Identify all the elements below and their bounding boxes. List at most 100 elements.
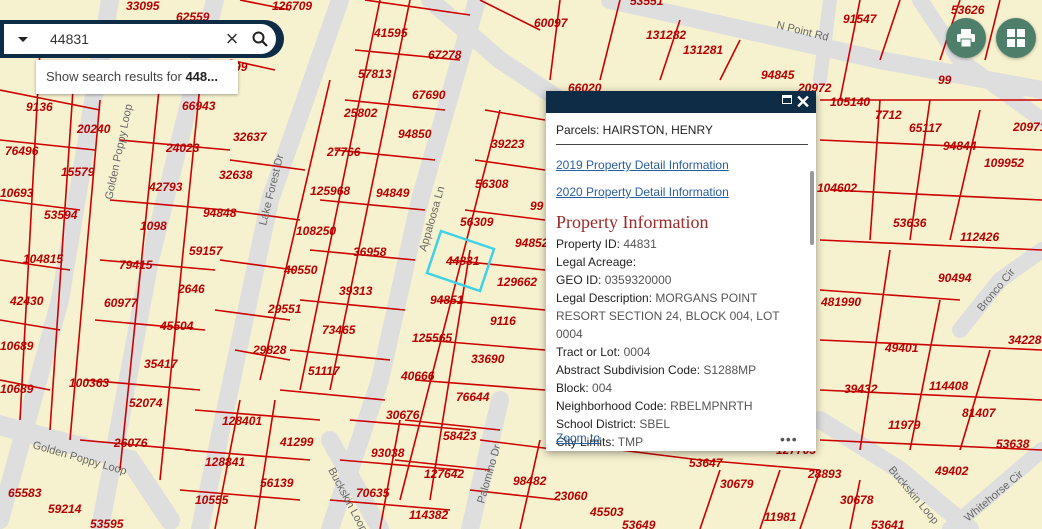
suggestion-prefix: Show search results for: [46, 69, 186, 84]
parcel-label: 104602: [817, 181, 857, 195]
search-source-dropdown[interactable]: [8, 24, 38, 54]
search-input[interactable]: [46, 27, 214, 51]
parcel-label: 2646: [177, 282, 205, 296]
parcel-label: 66943: [182, 99, 216, 113]
parcel-label: 23060: [553, 489, 588, 503]
parcel-label: 53647: [689, 456, 724, 470]
parcel-label: 35417: [144, 357, 179, 371]
parcel-label: 51117: [308, 364, 341, 378]
parcel-label: 60097: [534, 16, 569, 30]
caret-down-icon: [18, 36, 28, 42]
field-geo-id: GEO ID: 0359320000: [556, 271, 808, 289]
clear-search-button[interactable]: ×: [220, 27, 244, 51]
parcel-label: 65583: [8, 486, 42, 500]
parcel-label: 53641: [871, 518, 905, 529]
parcel-label: 10693: [0, 186, 34, 200]
more-actions-icon[interactable]: •••: [780, 431, 798, 447]
parcel-label: 109952: [984, 156, 1024, 170]
field-label: School District:: [556, 417, 637, 431]
field-label: Legal Description:: [556, 291, 653, 305]
parcel-label: 40550: [283, 263, 318, 277]
parcel-label: 100363: [69, 376, 109, 390]
parcel-label: 59157: [189, 244, 224, 258]
field-block: Block: 004: [556, 379, 808, 397]
parcel-label: 53649: [622, 518, 656, 529]
parcel-label: 94844: [943, 139, 977, 153]
link-2019-property-detail[interactable]: 2019 Property Detail Information: [556, 158, 808, 172]
search-button[interactable]: [248, 27, 272, 51]
field-label: Abstract Subdivision Code:: [556, 363, 701, 377]
parcel-label: 104815: [23, 252, 63, 266]
field-legal-description: Legal Description: MORGANS POINT RESORT …: [556, 289, 808, 343]
parcel-label: 94851: [430, 293, 464, 307]
basemap-gallery-button[interactable]: [996, 18, 1036, 58]
parcel-label: 99: [938, 73, 952, 87]
search-box: ×: [4, 24, 276, 54]
parcel-label: 481990: [820, 295, 861, 309]
parcel-label: 53638: [996, 437, 1030, 451]
parcel-label: 125968: [310, 184, 350, 198]
parcel-label: 53626: [951, 3, 985, 17]
field-label: Legal Acreage:: [556, 255, 637, 269]
close-icon: ×: [225, 26, 239, 51]
parcel-label: 57813: [358, 67, 392, 81]
parcel-label: 28893: [807, 467, 842, 481]
parcel-label: 26076: [113, 436, 148, 450]
parcel-label: 10689: [0, 382, 34, 396]
print-button[interactable]: [946, 18, 986, 58]
parcel-label: 20971: [1012, 120, 1042, 134]
parcel-label: 99: [530, 199, 544, 213]
parcel-label: 67278: [428, 48, 462, 62]
maximize-icon[interactable]: [782, 95, 792, 104]
parcel-label: 60977: [104, 296, 139, 310]
popup-title: Parcels: HAIRSTON, HENRY: [556, 123, 808, 145]
popup-header: ✕: [546, 91, 816, 113]
parcel-label: 56308: [475, 177, 509, 191]
field-property-id: Property ID: 44831: [556, 235, 808, 253]
parcel-label: 114408: [929, 379, 968, 393]
parcel-label: 131282: [646, 28, 686, 42]
parcel-label: 53595: [90, 517, 124, 529]
parcel-label: 30676: [386, 408, 420, 422]
parcel-label: 81407: [962, 406, 997, 420]
parcel-label: 49401: [884, 341, 919, 355]
field-label: Neighborhood Code:: [556, 399, 667, 413]
parcel-label: 58423: [443, 429, 477, 443]
zoom-to-link[interactable]: Zoom to: [556, 431, 600, 445]
parcel-label: 67690: [412, 88, 446, 102]
search-suggestion[interactable]: Show search results for 448...: [36, 60, 238, 94]
field-label: Tract or Lot:: [556, 345, 621, 359]
parcel-label: 39313: [339, 284, 373, 298]
parcel-label: 27766: [326, 145, 361, 159]
parcel-label: 105140: [830, 95, 870, 109]
parcel-label: 11981: [764, 510, 797, 524]
parcel-label: 90494: [938, 271, 972, 285]
field-value: TMP: [617, 435, 644, 449]
parcel-label: 29828: [252, 343, 287, 357]
parcel-label: 53594: [44, 208, 78, 222]
field-legal-acreage: Legal Acreage:: [556, 253, 808, 271]
popup-close-button[interactable]: ✕: [794, 92, 812, 112]
parcel-label: 10555: [195, 493, 229, 507]
parcel-label: 33690: [471, 352, 505, 366]
parcel-popup: ✕ Parcels: HAIRSTON, HENRY 2019 Property…: [546, 91, 816, 451]
parcel-label: 53636: [893, 216, 927, 230]
parcel-label: 1098: [140, 219, 167, 233]
parcel-label: 45504: [159, 319, 194, 333]
popup-scrollbar[interactable]: [810, 171, 814, 245]
field-value: 0004: [623, 345, 651, 359]
parcel-label: 126709: [272, 0, 312, 13]
parcel-label: 10689: [0, 339, 34, 353]
parcel-label: 129662: [497, 275, 537, 289]
parcel-label: 94848: [203, 206, 237, 220]
parcel-label: 125565: [412, 331, 452, 345]
parcel-label: 93038: [371, 446, 405, 460]
parcel-label: 30678: [840, 493, 874, 507]
search-icon: [252, 31, 268, 47]
field-tract-or-lot: Tract or Lot: 0004: [556, 343, 808, 361]
parcel-label: 94852: [515, 236, 549, 250]
parcel-label: 131281: [683, 43, 723, 57]
search-widget: ×: [0, 20, 284, 58]
link-2020-property-detail[interactable]: 2020 Property Detail Information: [556, 185, 808, 199]
field-label: Property ID:: [556, 237, 621, 251]
